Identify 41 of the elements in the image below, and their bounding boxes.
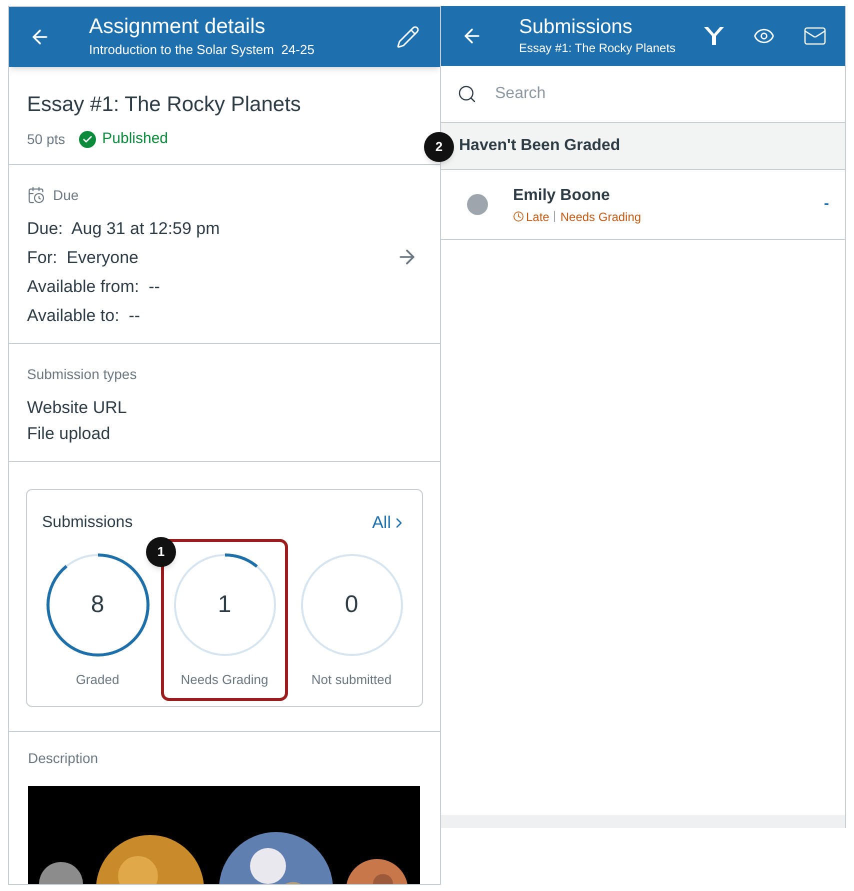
due-line: For: Everyone xyxy=(27,246,140,269)
stat-count: 8 xyxy=(90,590,104,620)
group-title: Haven't Been Graded xyxy=(459,136,620,156)
header-title: Submissions xyxy=(519,15,634,39)
points: 50 pts xyxy=(27,130,66,150)
submission-type: File upload xyxy=(27,423,112,446)
stat-count: 0 xyxy=(344,590,358,620)
stat-label: Graded xyxy=(76,671,120,690)
stat-label: Needs Grading xyxy=(180,671,268,690)
filter-button[interactable] xyxy=(703,25,725,47)
avatar xyxy=(467,194,488,215)
search-icon xyxy=(457,84,477,104)
header-subtitle: Introduction to the Solar System 24-25 xyxy=(89,41,316,60)
card-title: Submissions xyxy=(42,512,133,533)
due-heading: Due xyxy=(53,186,79,205)
calendar-icon xyxy=(27,186,45,204)
submission-types-heading: Submission types xyxy=(27,365,138,384)
header-subtitle: Essay #1: The Rocky Planets xyxy=(519,40,677,57)
publish-status: Published xyxy=(102,129,168,150)
filter-icon xyxy=(703,25,725,47)
stat-count: 1 xyxy=(218,590,232,620)
stat-label: Not submitted xyxy=(311,671,392,690)
all-link[interactable]: All xyxy=(372,510,407,536)
status-label: Needs Grading xyxy=(560,208,642,226)
due-line: Available from: -- xyxy=(27,276,161,298)
grade: - xyxy=(824,194,829,214)
submission-row[interactable]: Emily Boone Late Needs Grading - xyxy=(441,170,845,240)
submission-type: Website URL xyxy=(27,397,128,420)
search-field[interactable]: Search xyxy=(495,82,829,106)
assignment-title: Essay #1: The Rocky Planets xyxy=(27,92,302,118)
callout-badge: 2 xyxy=(424,132,454,162)
student-name: Emily Boone xyxy=(513,186,611,206)
edit-button[interactable] xyxy=(396,24,420,49)
header-title: Assignment details xyxy=(89,14,266,40)
pencil-icon xyxy=(396,24,420,49)
late-label: Late xyxy=(526,208,550,226)
callout-badge: 1 xyxy=(146,537,176,567)
due-line: Available to: -- xyxy=(27,304,142,327)
description-heading: Description xyxy=(28,749,100,768)
due-line: Due: Aug 31 at 12:59 pm xyxy=(27,218,221,240)
clock-icon xyxy=(513,211,524,222)
